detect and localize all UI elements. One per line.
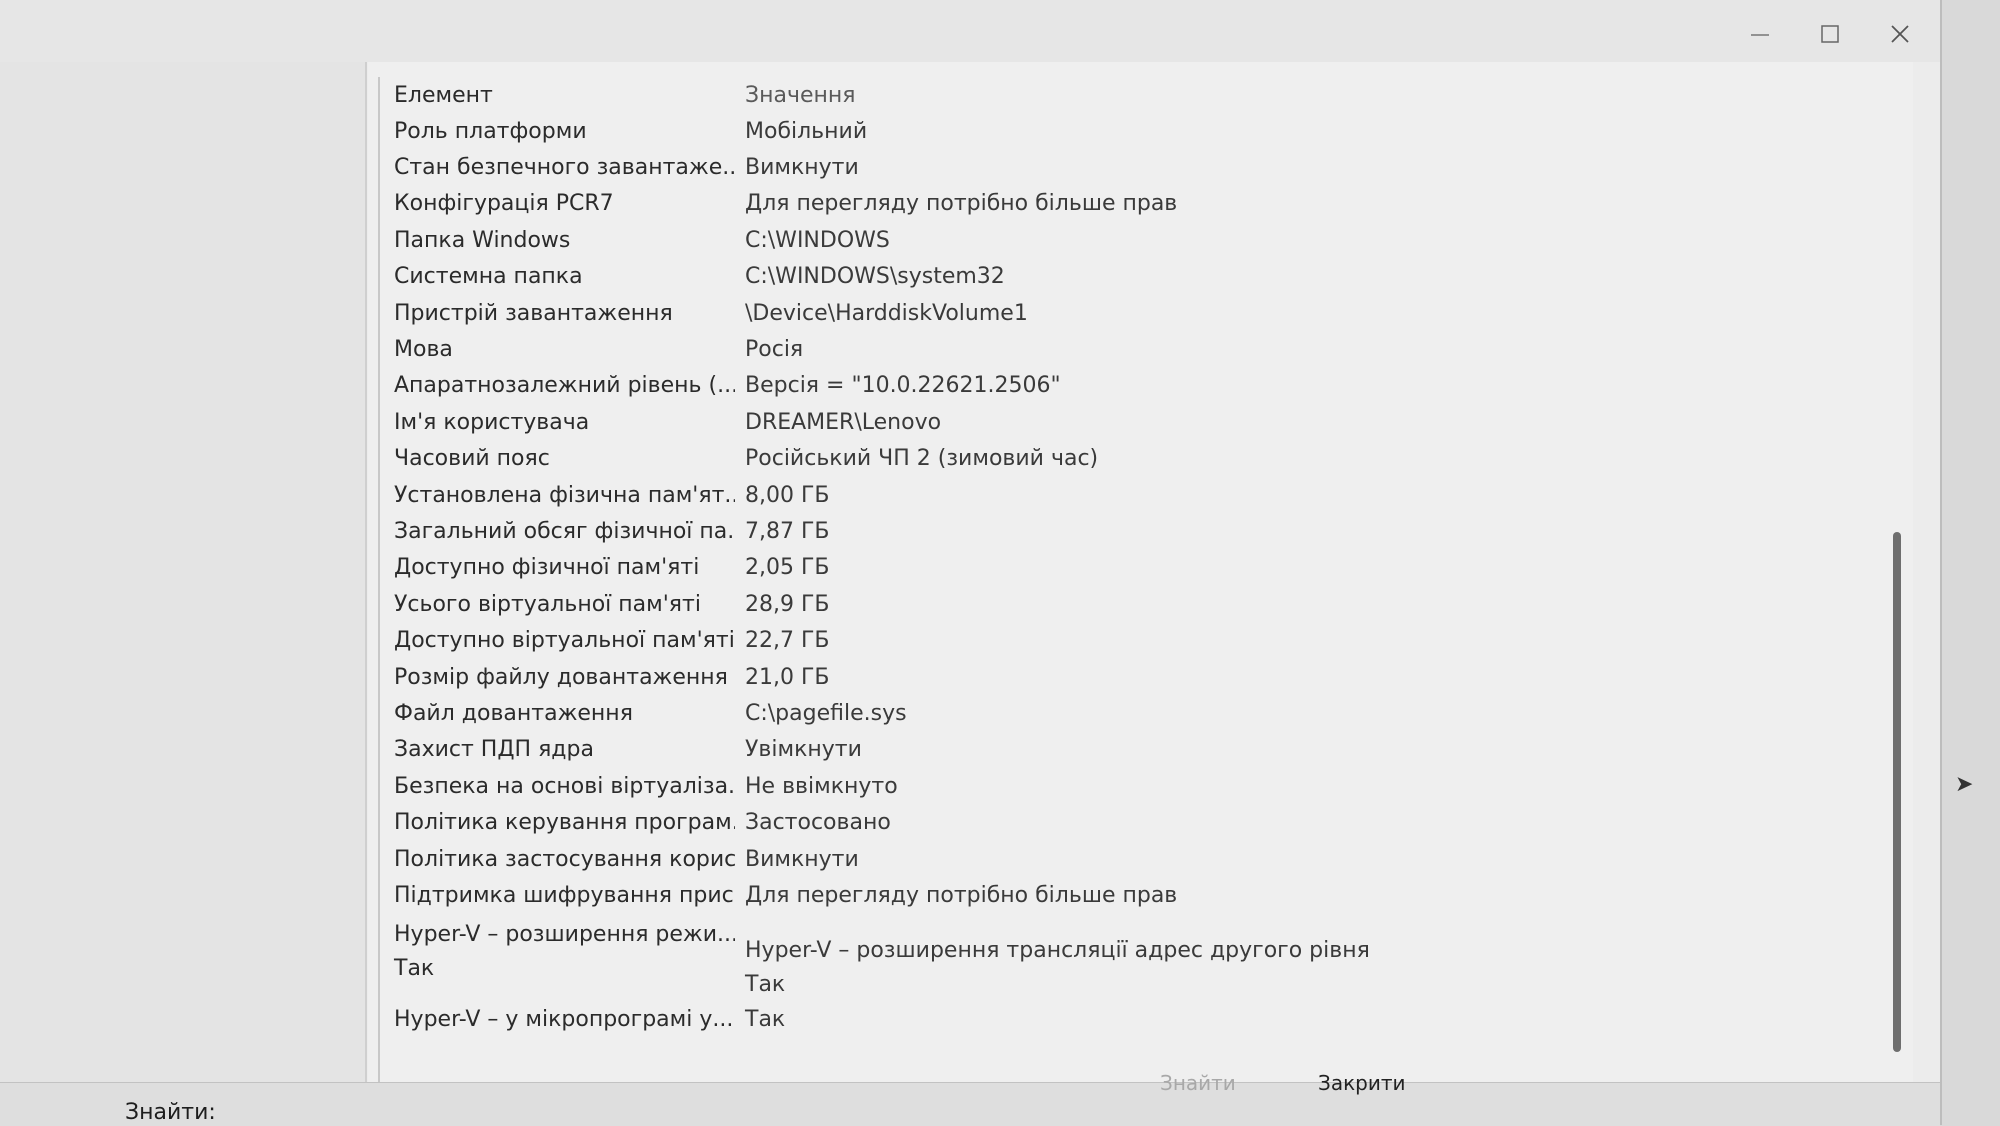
list-row[interactable]: Роль платформи Мобільний — [380, 113, 1873, 149]
find-button[interactable]: Знайти — [1160, 1066, 1236, 1100]
details-list[interactable]: Елемент Значення Роль платформи Мобільний… — [378, 77, 1873, 1082]
list-row[interactable]: Підтримка шифрування прис... Для перегляд… — [380, 877, 1873, 913]
list-row[interactable]: Конфігурація PCR7 Для перегляду потрібно … — [380, 186, 1873, 222]
row-value: Увімкнути — [745, 737, 862, 763]
row-value: C:\pagefile.sys — [745, 700, 907, 726]
list-row[interactable]: Доступно віртуальної пам'яті 22,7 ГБ — [380, 622, 1873, 658]
row-element: Доступно віртуальної пам'яті — [394, 628, 735, 654]
close-icon — [1891, 25, 1909, 43]
row-value: \Device\HarddiskVolume1 — [745, 300, 1028, 326]
row-element: Захист ПДП ядра — [394, 737, 594, 763]
row-value: Hyper-V – розширення трансляції адрес др… — [745, 937, 1370, 963]
find-label: Знайти: — [125, 1100, 216, 1125]
row-value: 21,0 ГБ — [745, 664, 830, 690]
row-element: Мова — [394, 337, 453, 363]
row-value: Версія = "10.0.22621.2506" — [745, 373, 1061, 399]
row-element: Безпека на основі віртуаліза... — [394, 773, 735, 799]
list-row[interactable]: Політика керування програм... Застосовано — [380, 804, 1873, 840]
row-value: Не ввімкнуто — [745, 773, 898, 799]
list-row[interactable]: Усього віртуальної пам'яті 28,9 ГБ — [380, 586, 1873, 622]
list-row[interactable]: Системна папка C:\WINDOWS\system32 — [380, 259, 1873, 295]
maximize-button[interactable] — [1800, 14, 1860, 54]
row-value: Застосовано — [745, 810, 891, 836]
row-value: Для перегляду потрібно більше прав — [745, 882, 1178, 908]
row-element: Так — [394, 955, 435, 981]
list-row[interactable]: Політика застосування корис... Вимкнути — [380, 841, 1873, 877]
row-element: Hyper-V – розширення режи... — [394, 921, 735, 947]
vertical-scrollbar[interactable] — [1893, 532, 1901, 1052]
row-element: Підтримка шифрування прис... — [394, 882, 735, 908]
row-value: 22,7 ГБ — [745, 628, 830, 654]
list-row[interactable]: Ім'я користувача DREAMER\Lenovo — [380, 404, 1873, 440]
row-element: Конфігурація PCR7 — [394, 191, 614, 217]
list-row[interactable]: Часовий пояс Російський ЧП 2 (зимовий час… — [380, 441, 1873, 477]
column-header-value[interactable]: Значення — [735, 83, 1873, 108]
list-row[interactable]: Hyper-V – розширення режи... Так Hyper-V… — [380, 914, 1873, 1002]
search-bar — [0, 1082, 1940, 1126]
list-row[interactable]: Мова Росія — [380, 331, 1873, 367]
list-row[interactable]: Захист ПДП ядра Увімкнути — [380, 732, 1873, 768]
minimize-icon — [1751, 34, 1769, 36]
row-element: Ім'я користувача — [394, 409, 590, 435]
column-header-element[interactable]: Елемент — [380, 83, 735, 108]
close-button[interactable]: Закрити — [1318, 1066, 1406, 1100]
row-element: Установлена фізична пам'ят... — [394, 482, 735, 508]
row-element: Апаратнозалежний рівень (... — [394, 373, 735, 399]
row-value: C:\WINDOWS\system32 — [745, 264, 1005, 290]
row-element: Часовий пояс — [394, 446, 550, 472]
list-row[interactable]: Доступно фізичної пам'яті 2,05 ГБ — [380, 550, 1873, 586]
row-value: 2,05 ГБ — [745, 555, 830, 581]
row-element: Папка Windows — [394, 227, 571, 253]
list-header: Елемент Значення — [380, 77, 1873, 113]
details-panel: Елемент Значення Роль платформи Мобільний… — [368, 62, 1913, 1082]
mouse-cursor-icon: ➤ — [1955, 772, 1974, 797]
row-element: Доступно фізичної пам'яті — [394, 555, 700, 581]
row-element: Системна папка — [394, 264, 583, 290]
row-value: 8,00 ГБ — [745, 482, 830, 508]
list-row[interactable]: Розмір файлу довантаження 21,0 ГБ — [380, 659, 1873, 695]
row-element: Файл довантаження — [394, 700, 633, 726]
row-element: Загальний обсяг фізичної па... — [394, 518, 735, 544]
category-tree-panel[interactable] — [0, 62, 367, 1082]
close-window-button[interactable] — [1870, 14, 1930, 54]
list-row[interactable]: Стан безпечного завантаже... Вимкнути — [380, 149, 1873, 185]
row-element: Роль платформи — [394, 118, 587, 144]
row-element: Розмір файлу довантаження — [394, 664, 728, 690]
row-value: Так — [745, 971, 786, 997]
list-row[interactable]: Безпека на основі віртуаліза... Не ввімкн… — [380, 768, 1873, 804]
row-value: 7,87 ГБ — [745, 518, 830, 544]
row-element: Стан безпечного завантаже... — [394, 155, 735, 181]
row-value: Вимкнути — [745, 155, 859, 181]
row-value: C:\WINDOWS — [745, 227, 890, 253]
list-row[interactable]: Файл довантаження C:\pagefile.sys — [380, 695, 1873, 731]
system-info-window: Елемент Значення Роль платформи Мобільний… — [0, 0, 1942, 1126]
row-value: Для перегляду потрібно більше прав — [745, 191, 1178, 217]
list-row[interactable]: Апаратнозалежний рівень (... Версія = "10… — [380, 368, 1873, 404]
list-row[interactable]: Hyper-V – у мікропрограмі у... Так — [380, 1002, 1873, 1038]
list-row[interactable]: Пристрій завантаження \Device\HarddiskVol… — [380, 295, 1873, 331]
row-value: Мобільний — [745, 118, 868, 144]
row-element: Політика застосування корис... — [394, 846, 735, 872]
minimize-button[interactable] — [1730, 14, 1790, 54]
row-element: Пристрій завантаження — [394, 300, 673, 326]
row-value: Російський ЧП 2 (зимовий час) — [745, 446, 1099, 472]
row-value: DREAMER\Lenovo — [745, 409, 942, 435]
title-bar — [0, 0, 1940, 62]
row-value: Так — [745, 1007, 786, 1033]
list-row[interactable]: Установлена фізична пам'ят... 8,00 ГБ — [380, 477, 1873, 513]
row-value: Росія — [745, 337, 804, 363]
list-row[interactable]: Папка Windows C:\WINDOWS — [380, 222, 1873, 258]
maximize-icon — [1821, 25, 1839, 43]
row-value: 28,9 ГБ — [745, 591, 830, 617]
row-element: Усього віртуальної пам'яті — [394, 591, 701, 617]
list-row[interactable]: Загальний обсяг фізичної па... 7,87 ГБ — [380, 513, 1873, 549]
row-element: Hyper-V – у мікропрограмі у... — [394, 1007, 734, 1033]
row-element: Політика керування програм... — [394, 810, 735, 836]
row-value: Вимкнути — [745, 846, 859, 872]
